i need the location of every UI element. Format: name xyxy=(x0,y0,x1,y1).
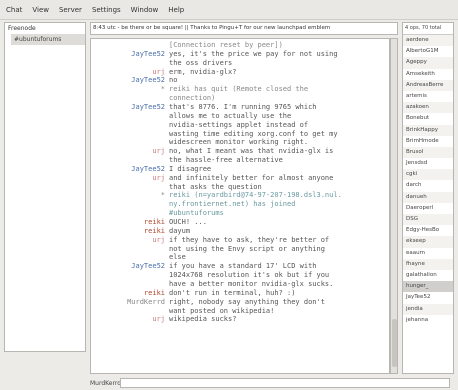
chat-nick[interactable]: urj xyxy=(91,236,165,245)
user-list-item[interactable]: darch xyxy=(403,180,453,191)
user-list-item[interactable]: AlbertoG1M xyxy=(403,46,453,57)
message-input[interactable] xyxy=(120,378,450,388)
user-list-item[interactable]: Edgy-HesBo xyxy=(403,225,453,236)
user-list-item[interactable]: azakoen xyxy=(403,102,453,114)
user-list-item[interactable]: fhayne xyxy=(403,258,453,270)
chat-nick[interactable]: MurdKerrd xyxy=(91,298,165,307)
user-list-item[interactable]: Bonebut xyxy=(403,113,453,124)
user-list-item[interactable]: jehanna xyxy=(403,315,453,326)
chat-message: and infinitely better for almost anyone xyxy=(169,173,334,182)
chat-message: wikipedia sucks? xyxy=(169,315,237,324)
user-list: 4 ops, 70 total aerdene AlbertoG1M Ageppy A… xyxy=(402,22,454,374)
chat-nick[interactable]: urj xyxy=(91,68,165,77)
chat-message: widescreen monitor working right. xyxy=(169,138,309,147)
chat-message: I disagree xyxy=(169,164,212,173)
user-list-item[interactable]: hunger_ xyxy=(403,281,453,293)
user-list-item[interactable]: jendia xyxy=(403,303,453,315)
chat-message: no xyxy=(169,76,178,85)
chat-scrollbar[interactable] xyxy=(390,38,398,374)
channel-tree: Freenode #ubuntuforums xyxy=(4,22,86,352)
topic-bar[interactable]: 8:43 utc - be there or be square! || Tha… xyxy=(90,22,398,35)
user-list-item[interactable]: Amsekeith xyxy=(403,69,453,80)
chat-nick[interactable]: * xyxy=(91,85,165,94)
chat-message: OUCH! ... xyxy=(169,218,207,226)
chat-message: reiki (n=yardbird@74-97-207-198.dsl3.nul… xyxy=(169,191,342,200)
irc-client-window: Chat View Server Settings Window Help Fr… xyxy=(0,0,458,390)
chat-message: reiki has quit (Remote closed the xyxy=(169,85,309,94)
chat-nick[interactable]: urj xyxy=(91,174,165,183)
user-list-item[interactable]: Jensdsd xyxy=(403,158,453,169)
user-list-item[interactable]: Ageppy xyxy=(403,57,453,69)
channel-item-ubuntuforums[interactable]: #ubuntuforums xyxy=(11,34,85,45)
chat-message: 1024x768 resolution it's ok but if you xyxy=(169,271,330,280)
chat-nick[interactable]: JayTee52 xyxy=(91,76,165,85)
chat-message: yes, it's the price we pay for not using xyxy=(169,49,338,58)
menu-server[interactable]: Server xyxy=(59,6,82,14)
chat-nick[interactable]: JayTee52 xyxy=(91,262,165,271)
chat-message: nvidia-settings applet instead of xyxy=(169,120,309,129)
chat-nick[interactable]: urj xyxy=(91,315,165,324)
user-count: 4 ops, 70 total xyxy=(403,23,453,35)
menu-bar: Chat View Server Settings Window Help xyxy=(0,0,458,20)
user-list-item[interactable]: BrinkHappy xyxy=(403,124,453,136)
user-list-item[interactable]: danueh xyxy=(403,191,453,203)
user-list-item[interactable]: JayTee52 xyxy=(403,292,453,303)
chat-message: have a better monitor nvidia-glx sucks. xyxy=(169,279,334,288)
chat-message: the oss drivers xyxy=(169,58,233,67)
user-list-item[interactable]: ekseep xyxy=(403,236,453,248)
chat-nick[interactable]: reiki xyxy=(91,218,165,227)
chat-message: #ubuntuforums xyxy=(169,209,224,218)
chat-message: that's 8776. I'm running 9765 which xyxy=(169,102,317,111)
chat-nick[interactable]: JayTee52 xyxy=(91,165,165,174)
chat-nick[interactable]: urj xyxy=(91,147,165,156)
chat-nick[interactable]: * xyxy=(91,191,165,200)
chat-message: [Connection reset by peer]) xyxy=(169,41,283,49)
user-list-item[interactable]: cgki xyxy=(403,169,453,181)
user-list-item[interactable]: Daeroperl xyxy=(403,203,453,214)
user-list-item[interactable]: BrimHmode xyxy=(403,136,453,147)
chat-nick[interactable]: JayTee52 xyxy=(91,103,165,112)
user-list-item[interactable]: Brusol xyxy=(403,146,453,159)
chat-log[interactable]: [Connection reset by peer]) JayTee52 yes, … xyxy=(90,38,390,374)
chat-message: if you have a standard 17' LCD with xyxy=(169,262,317,271)
menu-chat[interactable]: Chat xyxy=(6,6,22,14)
chat-message: no, what I meant was that nvidia-glx is xyxy=(169,147,334,156)
user-list-item[interactable]: DSG xyxy=(403,214,453,226)
user-list-item[interactable]: AndreasBerre xyxy=(403,79,453,91)
chat-message: ny.frontiernet.net) has joined xyxy=(169,200,296,209)
menu-window[interactable]: Window xyxy=(131,6,159,14)
chat-message: allows me to actually use the xyxy=(169,111,292,120)
chat-message: wasting time editing xorg.conf to get my xyxy=(169,129,338,138)
chat-message: connection) xyxy=(169,94,216,103)
menu-help[interactable]: Help xyxy=(168,6,184,14)
user-list-item[interactable]: galathalion xyxy=(403,270,453,281)
menu-settings[interactable]: Settings xyxy=(92,6,121,14)
chat-message: right, nobody say anything they don't xyxy=(169,297,325,306)
user-list-item[interactable]: eaaum xyxy=(403,248,453,259)
user-list-item[interactable]: artemis xyxy=(403,91,453,102)
input-bar: MurdKerrd xyxy=(90,378,454,390)
chat-message: erm, nvidia-glx? xyxy=(169,67,237,76)
chat-message: the hassle-free alternative xyxy=(169,156,283,165)
nick-label[interactable]: MurdKerrd xyxy=(90,380,121,387)
chat-message: dayum xyxy=(169,226,191,235)
chat-message: don't run in terminal, huh? :) xyxy=(169,288,296,297)
server-item-freenode[interactable]: Freenode xyxy=(5,23,85,34)
menu-view[interactable]: View xyxy=(32,6,49,14)
chat-message: want posted on wikipedia! xyxy=(169,306,275,315)
chat-message: that asks the question xyxy=(169,182,262,191)
chat-message: not using the Envy script or anything xyxy=(169,244,325,253)
chat-nick[interactable]: reiki xyxy=(91,227,165,236)
user-list-item[interactable]: aerdene xyxy=(403,35,453,47)
chat-nick[interactable]: reiki xyxy=(91,289,165,298)
chat-nick[interactable]: JayTee52 xyxy=(91,50,165,59)
chat-message: else xyxy=(169,253,186,262)
scrollbar-thumb[interactable] xyxy=(392,319,397,367)
chat-message: if they have to ask, they're better of xyxy=(169,235,330,244)
